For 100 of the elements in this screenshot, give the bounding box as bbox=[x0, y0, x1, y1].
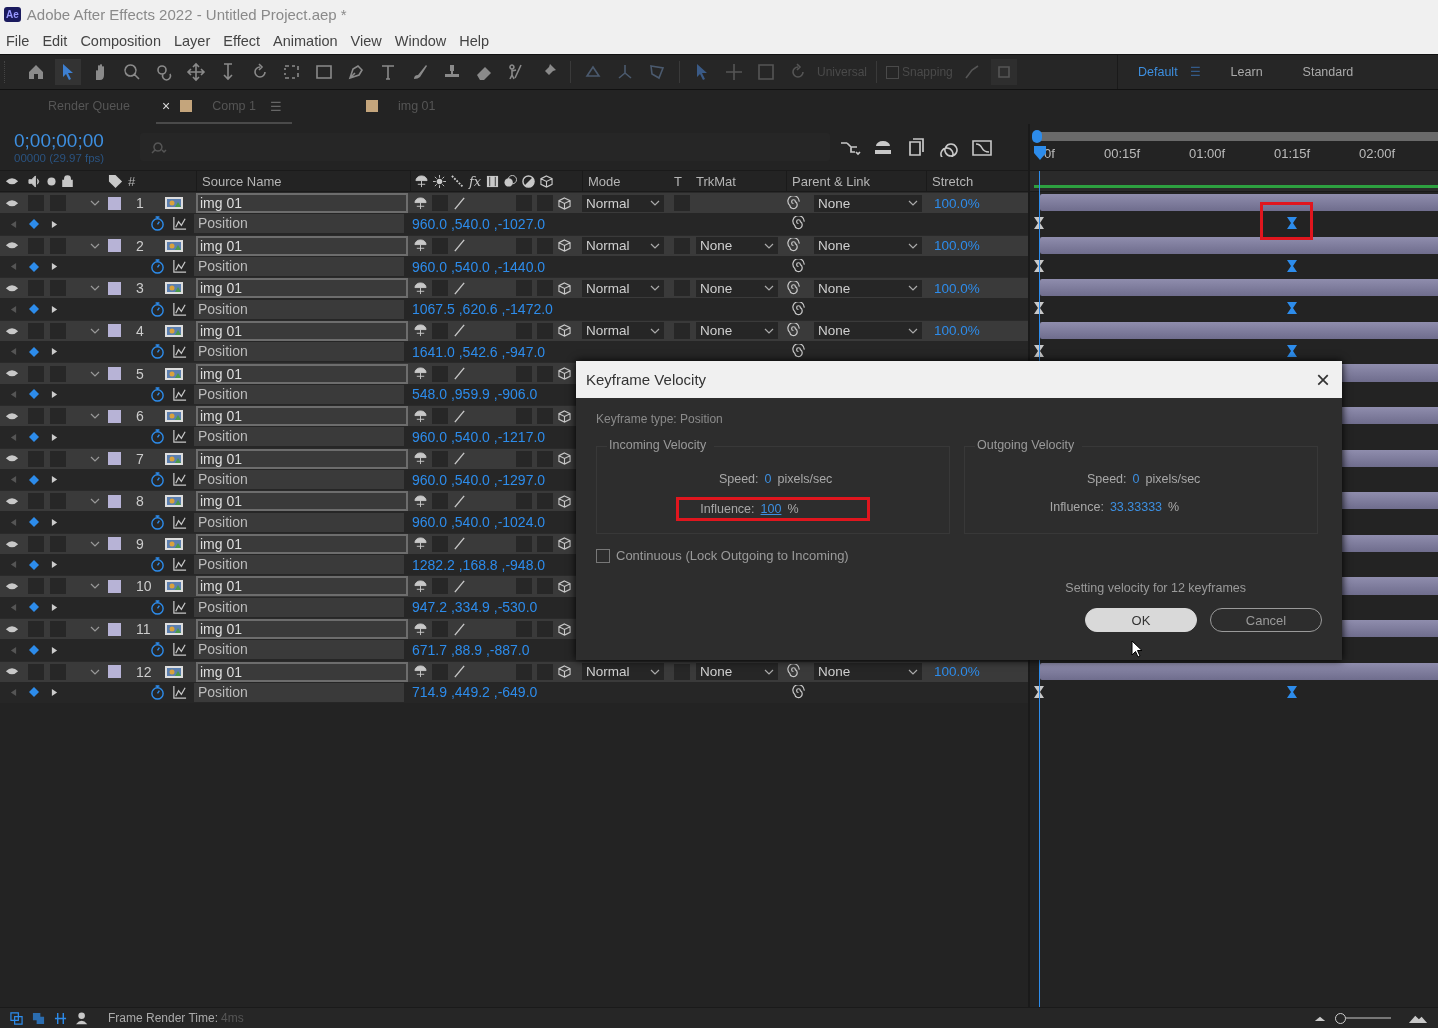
quality-slash-icon[interactable] bbox=[453, 494, 466, 508]
graph-icon[interactable] bbox=[172, 429, 187, 445]
keyframe-diamond-icon[interactable] bbox=[29, 517, 39, 528]
track-matte-dropdown[interactable]: None bbox=[696, 322, 778, 340]
next-keyframe-icon[interactable] bbox=[51, 389, 58, 399]
chevron-icon[interactable] bbox=[90, 668, 100, 675]
cube-icon[interactable] bbox=[558, 665, 571, 679]
quality-slash-icon[interactable] bbox=[453, 409, 466, 423]
chevron-icon[interactable] bbox=[90, 285, 100, 292]
workspace-tab[interactable]: Standard bbox=[1302, 65, 1354, 79]
property-value[interactable]: 548.0 ,959.9 ,-906.0 bbox=[408, 386, 538, 403]
mode-dropdown[interactable]: Normal bbox=[582, 322, 664, 340]
menu-item[interactable]: Animation bbox=[273, 33, 338, 49]
stopwatch-icon[interactable] bbox=[150, 472, 165, 487]
keyframe-icon[interactable] bbox=[1287, 217, 1297, 230]
layer-name-field[interactable]: img 01 bbox=[196, 576, 408, 597]
next-keyframe-icon[interactable] bbox=[51, 645, 58, 655]
chevron-icon[interactable] bbox=[90, 498, 100, 505]
next-keyframe-icon[interactable] bbox=[51, 432, 58, 442]
cube-icon[interactable] bbox=[558, 537, 571, 551]
cube-icon[interactable] bbox=[558, 452, 571, 466]
eye-icon[interactable] bbox=[5, 240, 19, 251]
track-matte-dropdown[interactable]: None bbox=[696, 279, 778, 297]
chevron-icon[interactable] bbox=[90, 370, 100, 377]
quality-slash-icon[interactable] bbox=[453, 622, 466, 636]
label-color-swatch[interactable] bbox=[108, 494, 121, 508]
property-value[interactable]: 1282.2 ,168.8 ,-948.0 bbox=[408, 556, 546, 573]
property-value[interactable]: 1641.0 ,542.6 ,-947.0 bbox=[408, 343, 546, 360]
workspace-tab[interactable]: Learn bbox=[1230, 65, 1263, 79]
comp-flow-icon[interactable] bbox=[10, 1011, 23, 1025]
layer-name-field[interactable]: img 01 bbox=[196, 363, 408, 384]
eye-icon[interactable] bbox=[5, 410, 19, 422]
workspace-tab[interactable]: Default bbox=[1138, 65, 1178, 79]
layers-icon[interactable] bbox=[32, 1011, 45, 1025]
label-color-swatch[interactable] bbox=[108, 409, 121, 423]
layer-name-field[interactable]: img 01 bbox=[196, 406, 408, 427]
chevron-icon[interactable] bbox=[90, 626, 100, 633]
layer-duration-bar[interactable] bbox=[1040, 662, 1438, 680]
cube-icon[interactable] bbox=[558, 281, 571, 295]
stopwatch-icon[interactable] bbox=[150, 386, 165, 402]
slider-thumb[interactable] bbox=[1335, 1012, 1346, 1024]
chevron-icon[interactable] bbox=[90, 242, 100, 249]
menu-item[interactable]: Edit bbox=[42, 33, 68, 49]
next-keyframe-icon[interactable] bbox=[51, 688, 58, 697]
keyframe-diamond-icon[interactable] bbox=[29, 389, 39, 400]
close-icon[interactable]: × bbox=[162, 98, 171, 114]
eye-icon[interactable] bbox=[5, 197, 19, 209]
next-keyframe-icon[interactable] bbox=[51, 560, 58, 570]
cube-icon[interactable] bbox=[558, 239, 571, 253]
stopwatch-icon[interactable] bbox=[150, 557, 165, 573]
keyframe-diamond-icon[interactable] bbox=[29, 346, 39, 357]
stopwatch-icon[interactable] bbox=[150, 514, 165, 530]
column-header[interactable]: Source Name bbox=[202, 173, 282, 189]
quality-slash-icon[interactable] bbox=[453, 537, 466, 551]
cube-icon[interactable] bbox=[558, 409, 571, 423]
layer-name-field[interactable]: img 01 bbox=[196, 491, 408, 512]
pick-whip-icon[interactable] bbox=[786, 280, 801, 296]
chevron-icon[interactable] bbox=[90, 540, 100, 547]
cube-icon[interactable] bbox=[558, 367, 571, 380]
eye-icon[interactable] bbox=[5, 666, 19, 677]
parent-dropdown[interactable]: None bbox=[814, 237, 922, 255]
track-matte-dropdown[interactable]: None bbox=[696, 663, 778, 681]
menu-item[interactable]: Help bbox=[459, 33, 490, 49]
layer-name-field[interactable]: img 01 bbox=[196, 448, 408, 469]
cube-icon[interactable] bbox=[558, 324, 571, 338]
keyframe-diamond-icon[interactable] bbox=[29, 602, 39, 613]
menu-item[interactable]: Window bbox=[394, 33, 447, 49]
eye-icon[interactable] bbox=[5, 581, 19, 592]
eye-icon[interactable] bbox=[5, 496, 19, 507]
cube-icon[interactable] bbox=[558, 494, 571, 508]
layer-name-field[interactable]: img 01 bbox=[196, 661, 408, 682]
label-color-swatch[interactable] bbox=[108, 622, 121, 636]
parent-dropdown[interactable]: None bbox=[814, 663, 922, 681]
quality-slash-icon[interactable] bbox=[453, 367, 466, 380]
keyframe-diamond-icon[interactable] bbox=[29, 559, 39, 570]
eye-icon[interactable] bbox=[5, 325, 19, 337]
stopwatch-icon[interactable] bbox=[150, 259, 165, 275]
close-button[interactable]: × bbox=[1316, 367, 1330, 392]
stopwatch-icon[interactable] bbox=[150, 429, 165, 445]
graph-icon[interactable] bbox=[172, 599, 187, 615]
mode-dropdown[interactable]: Normal bbox=[582, 279, 664, 297]
next-keyframe-icon[interactable] bbox=[51, 602, 58, 612]
graph-icon[interactable] bbox=[172, 301, 187, 317]
menu-item[interactable]: Layer bbox=[173, 33, 211, 49]
keyframe-icon[interactable] bbox=[1287, 302, 1297, 315]
stopwatch-icon[interactable] bbox=[150, 684, 165, 700]
stopwatch-icon[interactable] bbox=[150, 301, 165, 317]
quality-slash-icon[interactable] bbox=[453, 281, 466, 295]
parent-dropdown[interactable]: None bbox=[814, 322, 922, 340]
graph-icon[interactable] bbox=[172, 642, 187, 658]
label-color-swatch[interactable] bbox=[108, 196, 121, 210]
stopwatch-icon[interactable] bbox=[150, 344, 165, 360]
graph-icon[interactable] bbox=[172, 259, 187, 275]
menu-item[interactable]: Effect bbox=[223, 33, 261, 49]
graph-icon[interactable] bbox=[172, 472, 187, 487]
pick-whip-icon[interactable] bbox=[786, 664, 801, 680]
quality-slash-icon[interactable] bbox=[453, 452, 466, 466]
keyframe-diamond-icon[interactable] bbox=[29, 431, 39, 442]
keyframe-diamond-icon[interactable] bbox=[29, 644, 39, 655]
menu-item[interactable]: View bbox=[350, 33, 382, 49]
